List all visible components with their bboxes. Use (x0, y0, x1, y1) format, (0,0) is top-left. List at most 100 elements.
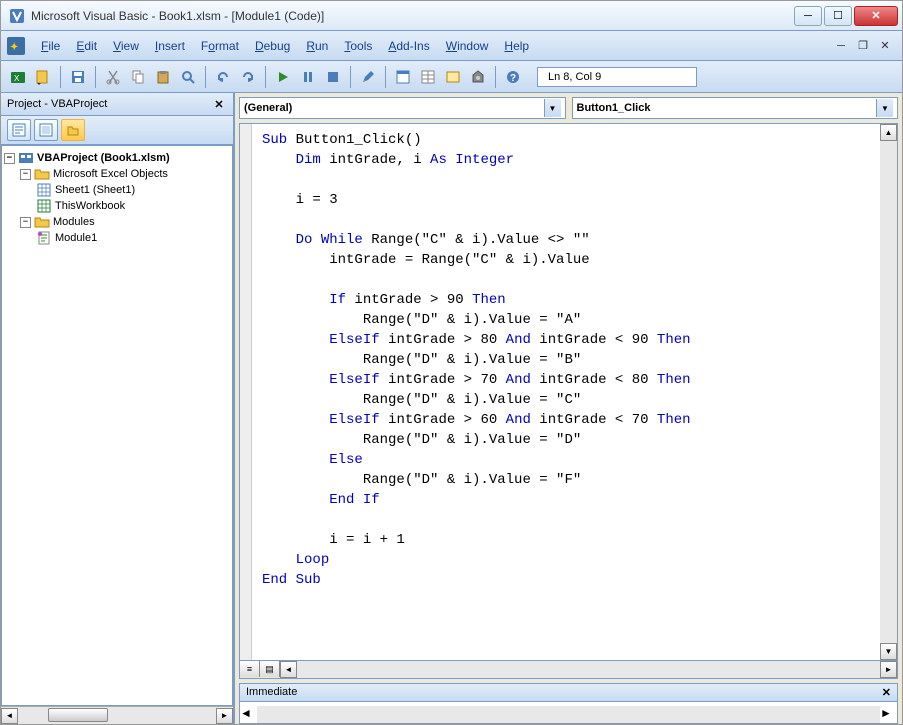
immediate-close[interactable]: ✕ (882, 686, 891, 699)
tree-modules[interactable]: − Modules (4, 214, 230, 230)
scroll-left-button[interactable]: ◄ (240, 706, 257, 723)
scroll-up-button[interactable]: ▲ (880, 124, 897, 141)
project-hscroll[interactable]: ◄ ► (1, 706, 233, 724)
menu-file[interactable]: File (33, 35, 68, 57)
titlebar: Microsoft Visual Basic - Book1.xlsm - [M… (1, 1, 902, 31)
menu-run[interactable]: Run (298, 35, 336, 57)
reset-button[interactable] (322, 66, 344, 88)
redo-button[interactable] (237, 66, 259, 88)
tree-thiswb-label: ThisWorkbook (55, 200, 125, 212)
scroll-track[interactable] (18, 708, 216, 724)
view-selector: ≡ ▤ (240, 661, 280, 678)
menu-addins[interactable]: Add-Ins (380, 35, 437, 57)
procedure-view-button[interactable]: ≡ (240, 661, 260, 677)
project-pane-label: Project - VBAProject (7, 98, 107, 110)
copy-button[interactable] (127, 66, 149, 88)
project-view-buttons (1, 116, 233, 145)
run-button[interactable] (272, 66, 294, 88)
scroll-thumb[interactable] (48, 708, 108, 722)
menu-edit[interactable]: Edit (68, 35, 105, 57)
save-button[interactable] (67, 66, 89, 88)
window-controls: ─ ☐ ✕ (794, 6, 898, 26)
dropdown-arrow-icon[interactable]: ▼ (544, 99, 561, 117)
toolbar: X ? Ln 8, Col 9 (1, 61, 902, 93)
folder-icon (34, 167, 50, 181)
tree-root-label: VBAProject (Book1.xlsm) (37, 152, 170, 164)
undo-button[interactable] (212, 66, 234, 88)
close-button[interactable]: ✕ (854, 6, 898, 26)
dropdown-arrow-icon[interactable]: ▼ (876, 99, 893, 117)
scroll-left-button[interactable]: ◄ (1, 708, 18, 724)
sheet-icon (36, 183, 52, 197)
design-mode-button[interactable] (357, 66, 379, 88)
code-editor[interactable]: Sub Button1_Click() Dim intGrade, i As I… (239, 123, 898, 661)
object-combo[interactable]: (General) ▼ (239, 97, 566, 119)
paste-button[interactable] (152, 66, 174, 88)
collapse-icon[interactable]: − (20, 217, 31, 228)
tree-sheet1[interactable]: Sheet1 (Sheet1) (4, 182, 230, 198)
code-area: (General) ▼ Button1_Click ▼ Sub Button1_… (235, 93, 902, 724)
module-icon (36, 231, 52, 245)
cut-button[interactable] (102, 66, 124, 88)
scroll-track[interactable] (297, 661, 880, 678)
tree-project-root[interactable]: − VBAProject (Book1.xlsm) (4, 150, 230, 166)
find-button[interactable] (177, 66, 199, 88)
view-excel-button[interactable]: X (7, 66, 29, 88)
toolbox-button[interactable] (467, 66, 489, 88)
main-area: Project - VBAProject ✕ − VBAProject (Boo… (1, 93, 902, 724)
immediate-body[interactable]: ◄ ► (239, 702, 898, 724)
svg-text:✦: ✦ (10, 42, 18, 53)
code-content[interactable]: Sub Button1_Click() Dim intGrade, i As I… (252, 124, 880, 660)
procedure-combo[interactable]: Button1_Click ▼ (572, 97, 899, 119)
view-object-button[interactable] (34, 119, 58, 141)
menu-help[interactable]: Help (496, 35, 537, 57)
scroll-right-button[interactable]: ► (880, 661, 897, 678)
menu-format[interactable]: Format (193, 35, 247, 57)
code-bottom-bar: ≡ ▤ ◄ ► (239, 661, 898, 679)
menu-window[interactable]: Window (438, 35, 497, 57)
immediate-label: Immediate (246, 686, 297, 699)
maximize-button[interactable]: ☐ (824, 6, 852, 26)
tree-thisworkbook[interactable]: ThisWorkbook (4, 198, 230, 214)
project-pane-close[interactable]: ✕ (211, 96, 227, 112)
scroll-down-button[interactable]: ▼ (880, 643, 897, 660)
immediate-title: Immediate ✕ (239, 683, 898, 702)
mdi-minimize[interactable]: ─ (833, 38, 849, 54)
tree-modules-label: Modules (53, 216, 95, 228)
menu-view[interactable]: View (105, 35, 147, 57)
project-explorer: Project - VBAProject ✕ − VBAProject (Boo… (1, 93, 235, 724)
toggle-folders-button[interactable] (61, 119, 85, 141)
project-tree[interactable]: − VBAProject (Book1.xlsm) − Microsoft Ex… (1, 145, 233, 706)
properties-button[interactable] (417, 66, 439, 88)
tree-excel-objects[interactable]: − Microsoft Excel Objects (4, 166, 230, 182)
collapse-icon[interactable]: − (20, 169, 31, 180)
scroll-right-button[interactable]: ► (880, 706, 897, 723)
break-button[interactable] (297, 66, 319, 88)
project-explorer-button[interactable] (392, 66, 414, 88)
object-browser-button[interactable] (442, 66, 464, 88)
folder-icon (34, 215, 50, 229)
minimize-button[interactable]: ─ (794, 6, 822, 26)
help-button[interactable]: ? (502, 66, 524, 88)
tree-module1[interactable]: Module1 (4, 230, 230, 246)
scroll-track[interactable] (880, 141, 897, 643)
svg-text:?: ? (510, 73, 516, 84)
view-code-button[interactable] (7, 119, 31, 141)
tree-module1-label: Module1 (55, 232, 97, 244)
menu-debug[interactable]: Debug (247, 35, 298, 57)
scroll-left-button[interactable]: ◄ (280, 661, 297, 678)
collapse-icon[interactable]: − (4, 153, 15, 164)
tree-sheet1-label: Sheet1 (Sheet1) (55, 184, 135, 196)
menu-tools[interactable]: Tools (336, 35, 380, 57)
insert-dropdown[interactable] (32, 66, 54, 88)
code-vscroll[interactable]: ▲ ▼ (880, 124, 897, 660)
menu-insert[interactable]: Insert (147, 35, 193, 57)
scroll-track[interactable] (257, 706, 880, 723)
scroll-right-button[interactable]: ► (216, 708, 233, 724)
tree-excel-label: Microsoft Excel Objects (53, 168, 168, 180)
procedure-combo-value: Button1_Click (577, 102, 651, 114)
full-module-view-button[interactable]: ▤ (260, 661, 280, 677)
mdi-close[interactable]: ✕ (877, 38, 893, 54)
code-gutter (240, 124, 252, 660)
mdi-restore[interactable]: ❐ (855, 38, 871, 54)
